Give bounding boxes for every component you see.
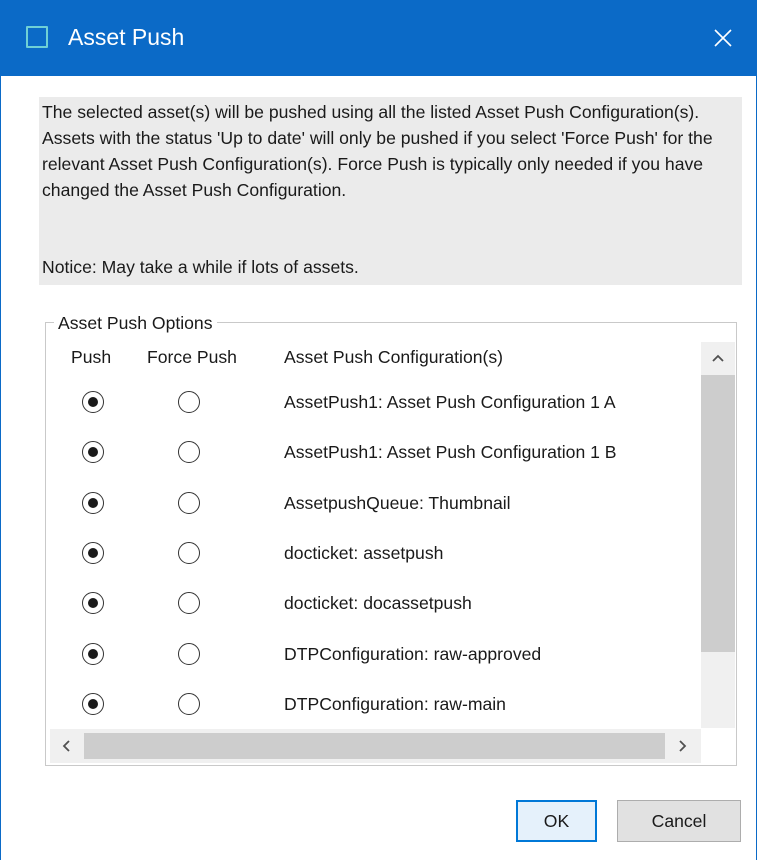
configuration-label: DTPConfiguration: raw-approved [284,644,542,664]
group-legend: Asset Push Options [54,311,217,335]
push-radio[interactable] [82,643,104,665]
force-push-radio[interactable] [178,391,200,413]
push-radio[interactable] [82,492,104,514]
scroll-left-button[interactable] [50,729,82,763]
notice-text: Notice: May take a while if lots of asse… [42,257,359,277]
force-push-radio[interactable] [178,441,200,463]
configuration-label: AssetPush1: Asset Push Configuration 1 A [284,392,616,412]
scroll-right-button[interactable] [667,729,699,763]
push-radio[interactable] [82,441,104,463]
configuration-label: AssetPush1: Asset Push Configuration 1 B [284,442,617,462]
scroll-up-button[interactable] [701,342,735,374]
push-radio[interactable] [82,592,104,614]
vertical-scroll-thumb[interactable] [701,375,735,652]
window-title: Asset Push [68,24,185,50]
push-radio[interactable] [82,542,104,564]
info-description: The selected asset(s) will be pushed usi… [42,102,713,200]
configuration-label: AssetpushQueue: Thumbnail [284,493,511,513]
push-radio[interactable] [82,391,104,413]
chevron-up-icon [712,354,724,362]
radio-selected-dot [87,648,98,659]
force-push-radio[interactable] [178,592,200,614]
close-button[interactable] [689,0,757,76]
title-bar: Asset Push [0,0,757,76]
cancel-button[interactable]: Cancel [617,800,741,842]
force-push-radio[interactable] [178,542,200,564]
force-push-radio[interactable] [178,492,200,514]
radio-selected-dot [87,396,98,407]
app-icon [26,26,48,48]
force-push-radio[interactable] [178,643,200,665]
column-header-configuration: Asset Push Configuration(s) [284,347,504,367]
column-header-push: Push [71,347,112,367]
radio-selected-dot [87,497,98,508]
configuration-label: DTPConfiguration: raw-main [284,694,506,714]
column-header-force-push: Force Push [147,347,237,367]
window-frame-left [0,76,1,860]
radio-selected-dot [87,597,98,608]
radio-selected-dot [87,698,98,709]
chevron-right-icon [679,740,687,752]
chevron-left-icon [62,740,70,752]
close-icon [714,29,732,47]
horizontal-scroll-thumb[interactable] [84,733,665,759]
push-radio[interactable] [82,693,104,715]
configuration-label: docticket: assetpush [284,543,444,563]
radio-selected-dot [87,446,98,457]
force-push-radio[interactable] [178,693,200,715]
ok-button[interactable]: OK [516,800,597,842]
configuration-label: docticket: docassetpush [284,593,472,613]
radio-selected-dot [87,547,98,558]
